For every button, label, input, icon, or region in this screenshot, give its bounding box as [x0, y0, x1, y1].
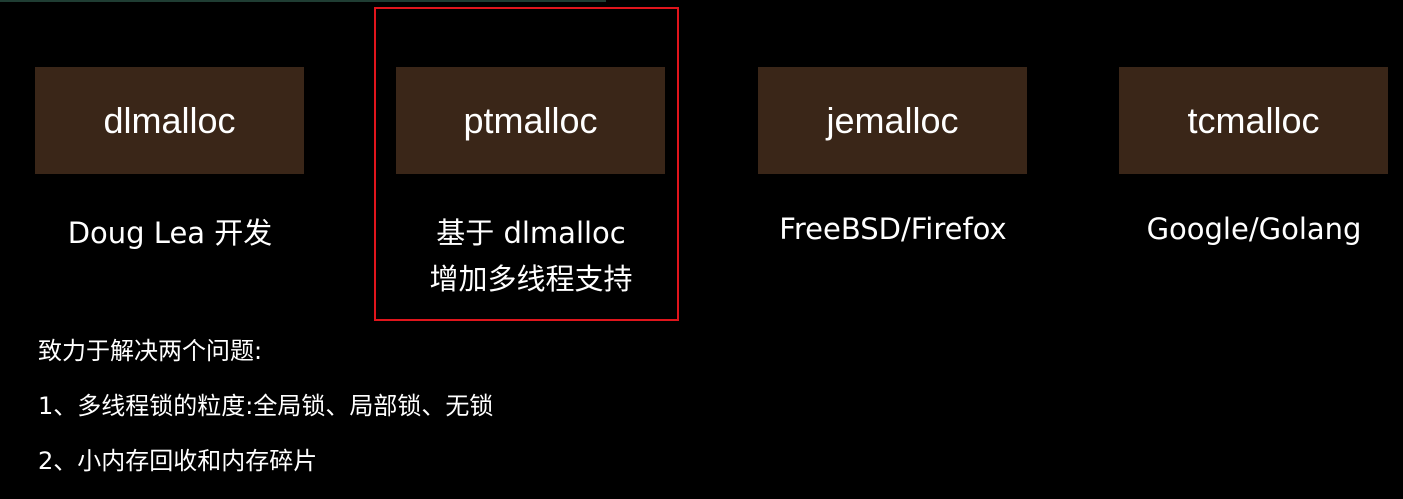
allocator-caption-jemalloc: FreeBSD/Firefox	[733, 206, 1053, 252]
allocator-name: tcmalloc	[1187, 99, 1320, 141]
ptmalloc-highlight-frame	[374, 7, 679, 321]
top-divider	[0, 0, 606, 2]
caption-line: Doug Lea 开发	[67, 216, 273, 250]
allocator-name: dlmalloc	[103, 99, 236, 141]
caption-line: Google/Golang	[1146, 212, 1362, 246]
notes-item: 2、小内存回收和内存碎片	[38, 447, 318, 475]
allocator-caption-tcmalloc: Google/Golang	[1094, 206, 1403, 252]
notes-item: 1、多线程锁的粒度:全局锁、局部锁、无锁	[38, 392, 494, 420]
allocator-name: jemalloc	[826, 99, 959, 141]
allocator-caption-dlmalloc: Doug Lea 开发	[10, 210, 330, 256]
notes-heading: 致力于解决两个问题:	[38, 337, 263, 365]
allocator-box-jemalloc: jemalloc	[758, 67, 1027, 174]
allocator-box-dlmalloc: dlmalloc	[35, 67, 304, 174]
allocator-box-tcmalloc: tcmalloc	[1119, 67, 1388, 174]
caption-line: FreeBSD/Firefox	[779, 212, 1007, 246]
notes-block: 致力于解决两个问题: 1、多线程锁的粒度:全局锁、局部锁、无锁 2、小内存回收和…	[38, 334, 493, 499]
